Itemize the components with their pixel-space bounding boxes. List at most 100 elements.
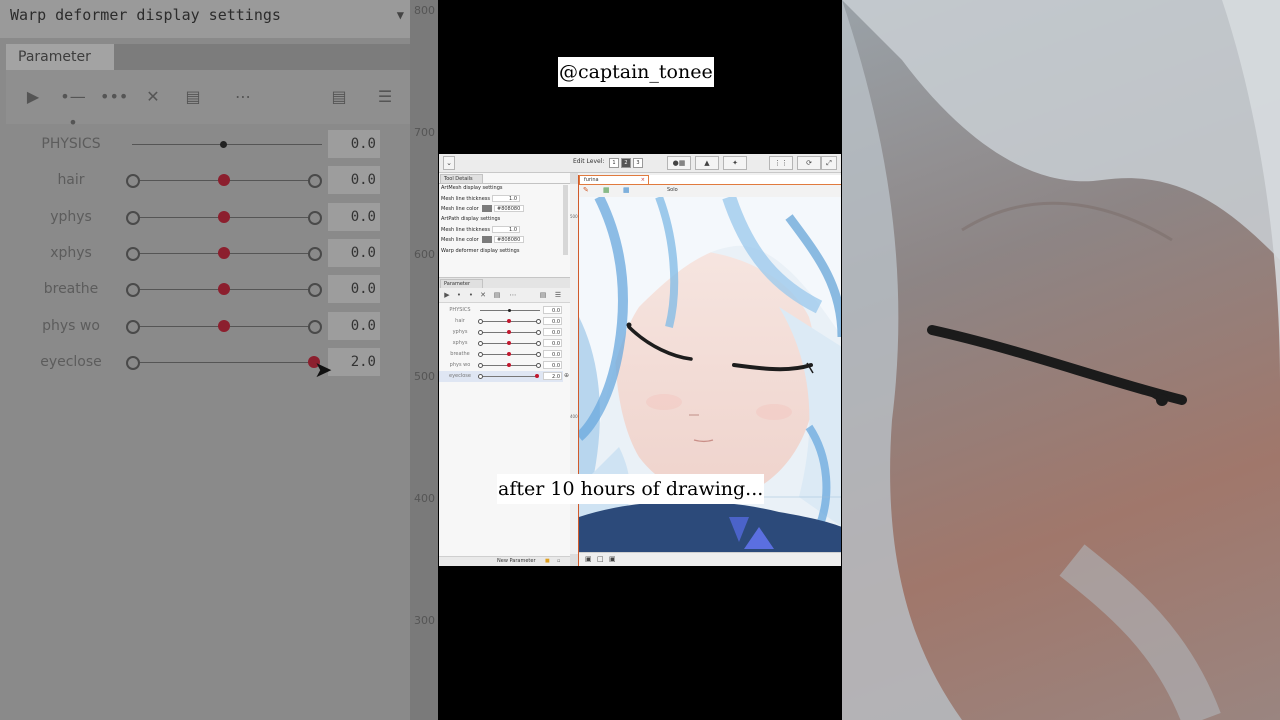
add-keyform-icon[interactable]: ⊕ — [564, 372, 569, 379]
grid-icon[interactable]: ▦ — [623, 186, 630, 194]
param-knob[interactable] — [507, 341, 511, 345]
backdrop-title-text: Warp deformer display settings — [10, 6, 281, 24]
copy-icon[interactable]: □ — [597, 555, 604, 563]
mesh-thickness-field[interactable]: 1.0 — [492, 195, 520, 202]
tab-furina[interactable]: furina × — [579, 175, 649, 184]
multi-keyform-icon: ••• — [100, 87, 129, 106]
edit-level-2[interactable]: 2 — [621, 158, 631, 168]
panel-icon: ▤ — [185, 87, 201, 106]
divider — [439, 183, 570, 184]
ruler-mark: 600 — [414, 248, 435, 261]
param-end-right — [308, 174, 322, 188]
deform-icon[interactable]: ⋮⋮ — [769, 156, 793, 170]
list-icon: ▤ — [331, 87, 347, 106]
ruler-mark: 700 — [414, 126, 435, 139]
ruler-mark: 400 — [570, 414, 578, 419]
param-end-left — [126, 174, 140, 188]
keyform-icon[interactable]: • — [455, 291, 463, 299]
param-value[interactable]: 0.0 — [543, 317, 562, 325]
param-value[interactable]: 0.0 — [543, 361, 562, 369]
param-name: yphys — [50, 209, 92, 225]
param-end-left — [478, 352, 483, 357]
grid-icon[interactable]: ⋯ — [509, 291, 517, 299]
folder-icon[interactable]: ■ — [545, 557, 550, 566]
param-row-hair[interactable]: hair 0.0 — [439, 316, 563, 327]
solo-toggle[interactable]: Solo — [667, 187, 678, 193]
camera-icon[interactable]: ▣ — [585, 555, 592, 563]
expand-icon[interactable]: ⤢ — [821, 156, 837, 170]
param-name: yphys — [452, 329, 468, 335]
param-row-phys-wo[interactable]: phys wo 0.0 — [439, 360, 563, 371]
snapshot-icon[interactable]: ▣ — [609, 555, 616, 563]
param-end-left — [126, 356, 140, 370]
param-knob[interactable] — [507, 363, 511, 367]
mesh-color-label: Mesh line color — [441, 206, 479, 212]
editor-toolbar: ⌄ Edit Level: 1 2 3 ●▦ ▲ ✦ ⋮⋮ ⟳ ⤢ — [439, 154, 841, 173]
pen-icon[interactable]: ✎ — [583, 186, 589, 194]
mesh-color-swatch[interactable] — [482, 205, 492, 212]
transform-icon[interactable]: ▲ — [695, 156, 719, 170]
mesh-color-field[interactable]: #808080 — [494, 205, 524, 212]
ruler-mark: 800 — [414, 4, 435, 17]
layers-icon[interactable]: ▦ — [603, 186, 610, 194]
multi-keyform-icon[interactable]: • — [467, 291, 475, 299]
scrollbar[interactable] — [563, 185, 568, 255]
new-parameter-button[interactable]: New Parameter — [497, 557, 536, 566]
param-knob[interactable] — [507, 319, 511, 323]
trash-icon[interactable]: ▫ — [557, 557, 560, 566]
param-track[interactable] — [480, 376, 538, 377]
rotate-icon[interactable]: ⟳ — [797, 156, 821, 170]
param-knob — [218, 320, 230, 332]
param-end-left — [478, 363, 483, 368]
play-icon[interactable]: ▶ — [443, 291, 451, 299]
artpath-color-field[interactable]: #808080 — [494, 236, 524, 243]
edit-level-3[interactable]: 3 — [633, 158, 643, 168]
param-row-breathe[interactable]: breathe 0.0 — [439, 349, 563, 360]
backdrop-param-row: yphys 0.0 — [6, 199, 410, 235]
artpath-thickness-field[interactable]: 1.0 — [492, 226, 520, 233]
warp-section-title: Warp deformer display settings — [441, 248, 520, 254]
param-name: phys wo — [42, 318, 100, 334]
chevron-down-icon: ▼ — [396, 8, 404, 22]
artpath-thickness-label: Mesh line thickness — [441, 227, 490, 233]
param-name: eyeclose — [449, 373, 471, 379]
param-value[interactable]: 2.0 — [543, 372, 562, 380]
backdrop-ruler — [410, 0, 438, 720]
tool-details-panel: Tool Details ArtMesh display settings Me… — [439, 173, 571, 566]
remove-keyform-icon[interactable]: ✕ — [479, 291, 487, 299]
panel-icon[interactable]: ▤ — [493, 291, 501, 299]
parameter-toolbar: ▶ • • ✕ ▤ ⋯ ▤ ☰ — [439, 288, 570, 303]
backdrop-param-row: phys wo 0.0 — [6, 308, 410, 344]
param-end-left — [126, 211, 140, 225]
param-knob[interactable] — [507, 330, 511, 334]
parameter-footer: New Parameter ■ ▫ — [439, 556, 570, 566]
param-row-xphys[interactable]: xphys 0.0 — [439, 338, 563, 349]
artpath-color-swatch[interactable] — [482, 236, 492, 243]
ruler-mark: 500 — [570, 214, 578, 219]
param-value[interactable]: 0.0 — [543, 306, 562, 314]
param-end-left — [478, 330, 483, 335]
param-knob[interactable] — [507, 352, 511, 356]
list-icon[interactable]: ▤ — [539, 291, 547, 299]
auto-mesh-icon[interactable]: ✦ — [723, 156, 747, 170]
param-value[interactable]: 0.0 — [543, 350, 562, 358]
dropdown-icon[interactable]: ⌄ — [443, 156, 455, 170]
menu-icon[interactable]: ☰ — [554, 291, 562, 299]
param-value[interactable]: 0.0 — [543, 339, 562, 347]
param-name: hair — [57, 172, 85, 188]
param-name: eyeclose — [40, 354, 102, 370]
backdrop-tabbar — [114, 44, 410, 70]
backdrop-param-row: PHYSICS 0.0 — [6, 126, 410, 162]
edit-level-1[interactable]: 1 — [609, 158, 619, 168]
param-knob[interactable] — [508, 309, 511, 312]
param-row-physics[interactable]: PHYSICS 0.0 — [439, 305, 563, 316]
param-row-yphys[interactable]: yphys 0.0 — [439, 327, 563, 338]
param-knob[interactable] — [535, 374, 539, 378]
param-row-eyeclose[interactable]: eyeclose 2.0 — [439, 371, 563, 382]
param-name: xphys — [50, 245, 92, 261]
person-icon[interactable]: ●▦ — [667, 156, 691, 170]
param-value[interactable]: 0.0 — [543, 328, 562, 336]
param-value: 2.0 — [328, 348, 380, 376]
backdrop-param-row: hair 0.0 — [6, 162, 410, 198]
param-knob — [218, 247, 230, 259]
